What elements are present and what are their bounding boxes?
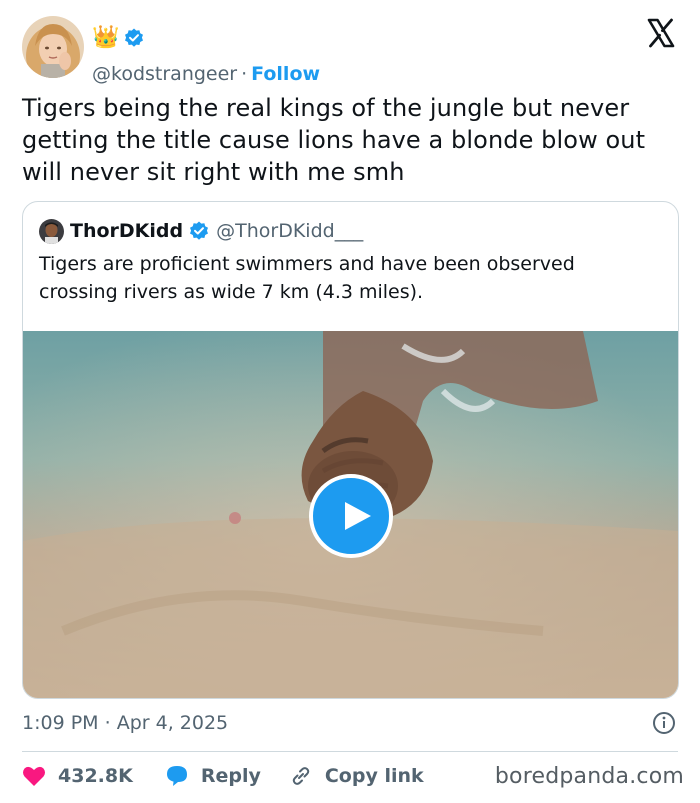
quoted-tweet-card[interactable]: ThorDKidd @ThorDKidd___ Tigers are profi… <box>22 201 679 699</box>
timestamp-separator: · <box>104 712 111 734</box>
actions-divider <box>22 751 678 752</box>
like-button[interactable]: 432.8K <box>22 765 133 787</box>
x-logo-icon[interactable] <box>646 18 676 48</box>
tweet-timestamp[interactable]: 1:09 PM · Apr 4, 2025 <box>22 711 228 735</box>
tweet-actions: 432.8K Reply Copy link <box>22 763 424 789</box>
quoted-author-handle: @ThorDKidd___ <box>216 220 364 242</box>
timestamp-time: 1:09 PM <box>22 712 99 734</box>
tweet-header: 👑 @kodstrangeer · Follow <box>22 16 678 85</box>
tweet-text: Tigers being the real kings of the jungl… <box>22 94 646 186</box>
boredpanda-watermark: boredpanda.com <box>494 764 684 789</box>
play-button[interactable] <box>309 474 393 558</box>
crown-emoji: 👑 <box>92 25 120 50</box>
verified-badge-icon <box>123 27 145 49</box>
quoted-tweet-text: Tigers are proficient swimmers and have … <box>39 253 575 303</box>
video-thumbnail[interactable] <box>23 331 678 698</box>
follow-button[interactable]: Follow <box>251 63 320 85</box>
handle-separator: · <box>241 63 248 85</box>
heart-icon <box>23 766 45 786</box>
author-handle[interactable]: @kodstrangeer <box>92 63 237 85</box>
link-icon <box>292 767 310 785</box>
quoted-tweet-header: ThorDKidd @ThorDKidd___ <box>39 218 363 244</box>
quoted-verified-badge-icon <box>188 220 210 242</box>
author-name-row: 👑 <box>92 24 145 52</box>
like-count: 432.8K <box>58 765 133 787</box>
reply-bubble-icon <box>166 766 187 786</box>
author-handle-row: @kodstrangeer · Follow <box>92 62 320 86</box>
author-avatar[interactable] <box>22 16 84 78</box>
copy-link-button[interactable]: Copy link <box>289 764 424 788</box>
reply-label: Reply <box>200 765 261 787</box>
quoted-author-name: ThorDKidd <box>70 220 184 242</box>
info-icon[interactable] <box>652 711 676 735</box>
quoted-author-avatar[interactable] <box>39 218 64 244</box>
timestamp-date: Apr 4, 2025 <box>116 712 229 734</box>
copy-link-label: Copy link <box>324 765 424 787</box>
reply-button[interactable]: Reply <box>165 764 261 788</box>
